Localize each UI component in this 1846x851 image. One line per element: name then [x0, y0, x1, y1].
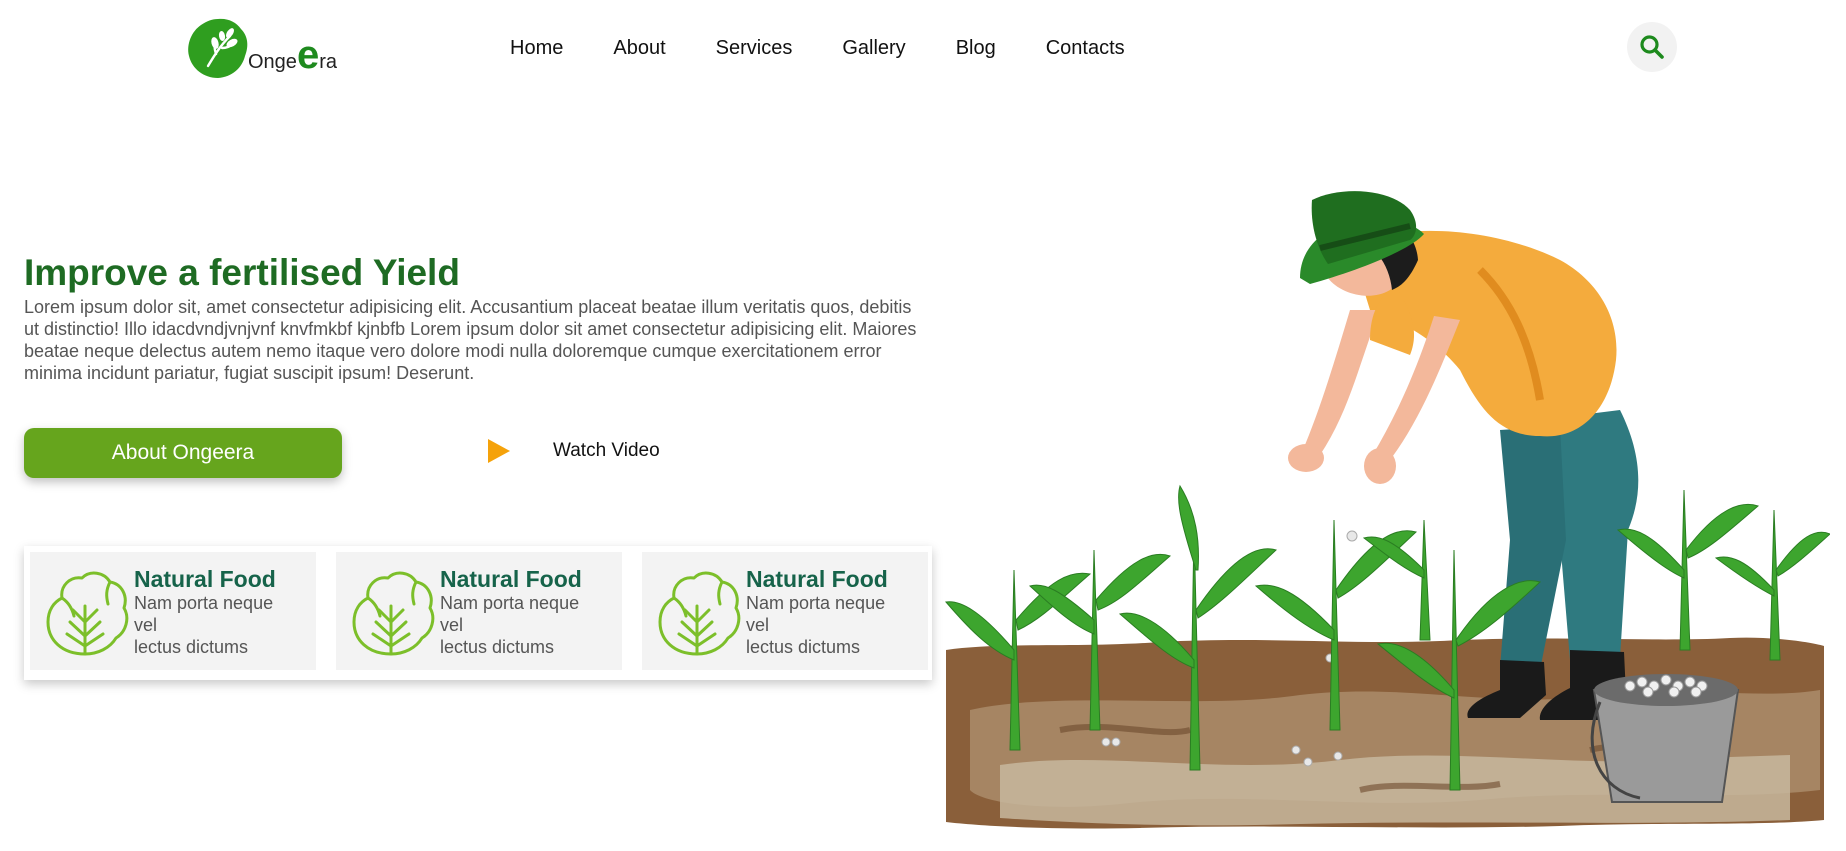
search-icon: [1640, 35, 1664, 59]
search-button[interactable]: [1627, 22, 1677, 72]
logo-wordmark: Ongeera: [248, 35, 337, 75]
nav-home[interactable]: Home: [510, 36, 563, 60]
feature-card-title: Natural Food: [134, 566, 276, 592]
watch-video-label: Watch Video: [553, 440, 660, 461]
farmer-planting-illustration: [945, 191, 1830, 829]
logo-suffix: ra: [319, 51, 337, 73]
feature-card-line: Nam porta neque vel: [440, 593, 580, 635]
feature-card-text: Natural Food Nam porta neque vel lectus …: [440, 566, 590, 670]
nav-blog[interactable]: Blog: [956, 36, 996, 60]
nav-services[interactable]: Services: [716, 36, 793, 60]
feature-cards: Natural Food Nam porta neque vel lectus …: [24, 546, 932, 680]
play-icon: [488, 439, 510, 463]
feature-card-line: lectus dictums: [746, 637, 861, 657]
logo-big-letter: e: [296, 33, 320, 77]
lettuce-icon: [658, 571, 741, 656]
hero-title: Improve a fertilised Yield: [24, 252, 460, 293]
lettuce-icon: [352, 571, 435, 656]
feature-card-text: Natural Food Nam porta neque vel lectus …: [134, 566, 284, 670]
logo[interactable]: Ongeera: [186, 16, 337, 80]
main-nav: Home About Services Gallery Blog Contact…: [510, 36, 1175, 60]
lettuce-icon: [46, 571, 129, 656]
about-ongeera-button[interactable]: About Ongeera: [24, 428, 342, 478]
hero-description: Lorem ipsum dolor sit, amet consectetur …: [24, 297, 917, 383]
logo-prefix: Onge: [248, 51, 297, 73]
nav-contacts[interactable]: Contacts: [1046, 36, 1125, 60]
feature-card[interactable]: Natural Food Nam porta neque vel lectus …: [642, 552, 928, 670]
feature-card[interactable]: Natural Food Nam porta neque vel lectus …: [336, 552, 622, 670]
feature-card-line: Nam porta neque vel: [746, 593, 886, 635]
nav-gallery[interactable]: Gallery: [842, 36, 905, 60]
feature-card-text: Natural Food Nam porta neque vel lectus …: [746, 566, 896, 670]
watch-video-link[interactable]: Watch Video: [486, 437, 660, 465]
feature-card-line: Nam porta neque vel: [134, 593, 274, 635]
feature-card-line: lectus dictums: [440, 637, 555, 657]
nav-about[interactable]: About: [613, 36, 665, 60]
feature-card-line: lectus dictums: [134, 637, 249, 657]
seed-bucket: [1590, 674, 1740, 803]
feature-card-title: Natural Food: [440, 566, 582, 592]
feature-card-title: Natural Food: [746, 566, 888, 592]
feature-card[interactable]: Natural Food Nam porta neque vel lectus …: [30, 552, 316, 670]
leaf-logo-icon: [188, 18, 248, 78]
